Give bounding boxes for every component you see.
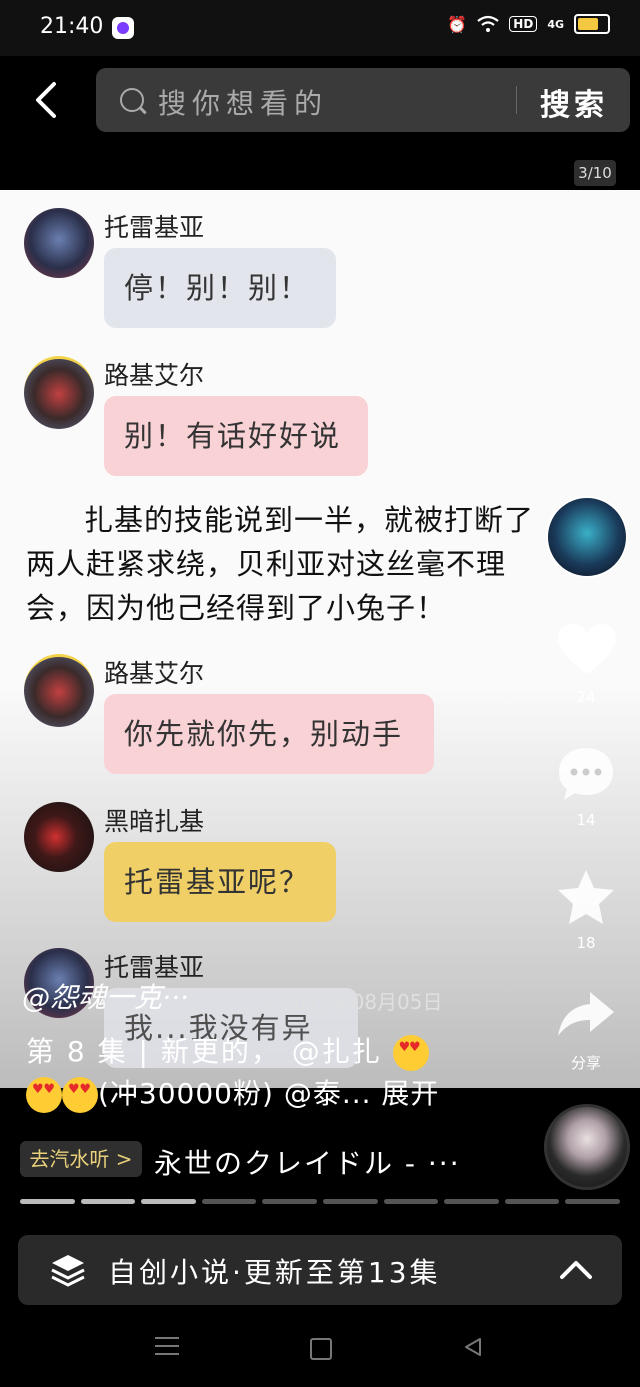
description-text: 第 8 集 | 新更的， @扎扎 (26, 1035, 382, 1068)
music-disc-avatar[interactable] (544, 1104, 630, 1190)
lugiel-avatar (24, 356, 94, 429)
creator-avatar[interactable] (546, 496, 628, 578)
lugiel-avatar (24, 654, 94, 727)
search-bar[interactable]: 搜你想看的 搜索 (96, 68, 630, 132)
search-divider (516, 86, 517, 114)
chat-bubble: 别！有话好好说 (104, 396, 368, 476)
chat-name: 路基艾尔 (104, 659, 205, 688)
nav-back-icon[interactable] (462, 1336, 484, 1358)
back-arrow-icon[interactable] (28, 78, 72, 122)
narration-text: 扎基的技能说到一半，就被打断了两人赶紧求绕，贝利亚对这丝毫不理会，因为他己经得到… (26, 503, 535, 625)
chevron-up-icon[interactable] (558, 1255, 594, 1285)
signal-icon: 4G (547, 17, 564, 31)
progress-segment (80, 1199, 136, 1204)
share-icon[interactable] (556, 990, 616, 1040)
heart-eyes-emoji-icon (26, 1077, 62, 1113)
search-button[interactable]: 搜索 (540, 80, 608, 124)
progress-segment (504, 1199, 560, 1204)
content-image[interactable]: 托雷基亚 停！别！别！ 路基艾尔 别！有话好好说 扎基的技能说到一半，就被打断了… (0, 190, 640, 1088)
like-count: 24 (576, 688, 596, 706)
image-progress-bar (20, 1199, 620, 1205)
description-line-2[interactable]: (冲30000粉) @泰... 展开 (26, 1072, 439, 1113)
comment-icon[interactable] (556, 745, 616, 803)
status-bar: 21:40 ⏰ HD 4G (0, 0, 640, 56)
progress-segment (565, 1199, 620, 1204)
hd-badge: HD (509, 16, 538, 32)
progress-segment (20, 1199, 75, 1204)
chat-bubble: 停！别！别！ (104, 248, 336, 328)
heart-eyes-emoji-icon (62, 1077, 98, 1113)
page-indicator: 3/10 (574, 160, 616, 186)
home-icon[interactable] (310, 1338, 332, 1360)
search-placeholder[interactable]: 搜你想看的 (158, 82, 328, 122)
battery-icon (574, 14, 610, 34)
torrekia-avatar (24, 208, 94, 278)
progress-segment (444, 1199, 499, 1204)
progress-segment (201, 1199, 257, 1204)
chat-bubble: 你先就你先，别动手 (104, 694, 434, 774)
chat-name: 托雷基亚 (104, 213, 205, 242)
search-icon (120, 88, 144, 112)
dark-zagi-avatar (24, 802, 94, 872)
progress-segment (262, 1199, 317, 1204)
post-date: · 2022年08月05日 (268, 990, 443, 1014)
like-icon[interactable] (556, 622, 618, 678)
share-label[interactable]: 分享 (556, 1052, 616, 1073)
description-text: (冲30000粉) @泰... 展开 (98, 1077, 440, 1110)
description-line-1: 第 8 集 | 新更的， @扎扎 (26, 1030, 429, 1071)
collection-label[interactable]: 自创小说·更新至第13集 (108, 1251, 441, 1291)
chat-name: 路基艾尔 (104, 361, 205, 390)
recent-apps-icon[interactable] (155, 1335, 179, 1357)
comment-count: 14 (576, 811, 596, 829)
heart-eyes-emoji-icon (392, 1035, 429, 1071)
alarm-icon: ⏰ (447, 14, 468, 34)
favorite-count: 18 (576, 934, 596, 952)
music-title[interactable]: 永世のクレイドル - ··· (154, 1142, 461, 1182)
status-icons: ⏰ HD 4G (447, 14, 610, 34)
wifi-icon (477, 15, 499, 32)
chat-bubble: 托雷基亚呢？ (104, 842, 336, 922)
author-name[interactable]: @怨魂一克··· (22, 976, 189, 1016)
chat-name: 黑暗扎基 (104, 807, 205, 836)
listen-in-qishui-button[interactable]: 去汽水听 > (20, 1141, 142, 1177)
layers-icon (51, 1255, 85, 1287)
collection-bar[interactable]: 自创小说·更新至第13集 (18, 1235, 622, 1305)
favorite-star-icon[interactable] (556, 868, 616, 926)
app-notification-icon (112, 17, 134, 39)
progress-segment (383, 1199, 439, 1204)
status-time: 21:40 (40, 14, 104, 39)
progress-segment (141, 1199, 196, 1204)
progress-segment (322, 1199, 378, 1204)
